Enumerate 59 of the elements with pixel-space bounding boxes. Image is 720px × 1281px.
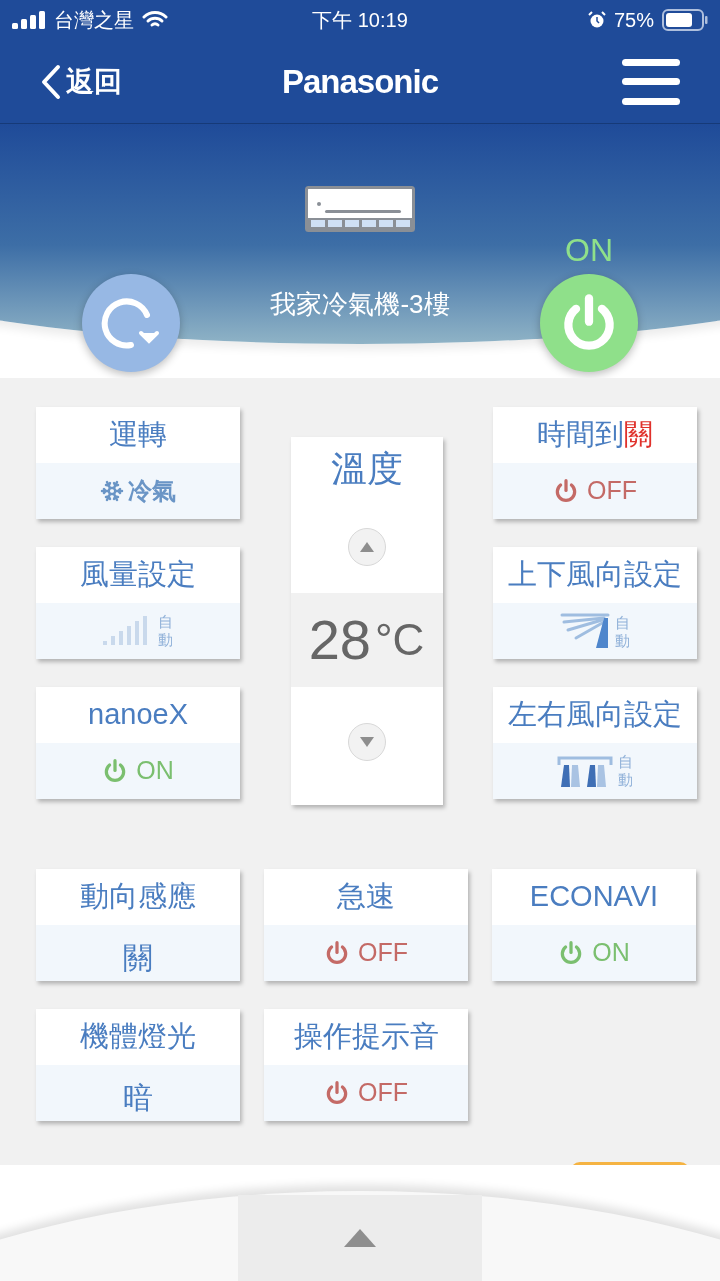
card-title: 動向感應 [80,879,196,915]
card-title: 風量設定 [80,557,196,593]
vertical-vane-icon [560,612,610,650]
mode-label: 自動 [617,753,633,789]
state-label: ON [592,937,630,969]
setting-card[interactable]: 操作提示音 OFF [264,1009,468,1121]
temperature-up-button[interactable] [347,528,386,566]
battery-icon [662,9,708,31]
card-title: 時間到關 [537,417,653,453]
setting-card[interactable]: 上下風向設定 自動 [493,547,697,659]
card-title: 上下風向設定 [508,557,682,593]
state-label: OFF [358,937,408,969]
carrier-label: 台灣之星 [54,8,134,33]
power-state-label: ON [565,234,613,266]
card-title: ECONAVI [529,879,659,915]
alarm-icon [587,11,606,29]
setting-card[interactable]: 左右風向設定 自動 [493,687,697,799]
setting-card[interactable]: nanoeX ON [36,687,240,799]
state-label: ON [136,755,174,787]
value-label: 暗 [123,1079,153,1116]
down-triangle-icon [359,737,374,747]
setting-card[interactable]: 機體燈光 暗 [36,1009,240,1121]
setting-card[interactable]: 運轉 冷氣 [36,407,240,519]
setting-card[interactable]: ECONAVI ON [492,869,696,981]
back-chevron-icon [40,63,62,100]
setting-card[interactable]: 動向感應 關 [36,869,240,981]
up-triangle-icon [359,542,374,552]
mode-label: 自動 [614,614,630,650]
temperature-unit: °C [374,614,425,666]
menu-button[interactable] [622,58,680,105]
mode-label: 自動 [157,613,173,649]
refresh-button[interactable] [82,274,180,372]
clock-label: 下午 10:19 [312,8,408,33]
signal-icon [12,11,46,29]
brand-logo: Panasonic [281,61,439,102]
setting-card[interactable]: 時間到關 OFF [493,407,697,519]
battery-percent: 75% [613,8,654,33]
card-title: 急速 [337,879,395,915]
state-label: OFF [587,475,637,507]
card-title: 操作提示音 [293,1019,439,1055]
temperature-down-button[interactable] [347,723,386,761]
back-button[interactable]: 返回 [40,60,190,103]
card-title: 左右風向設定 [508,697,682,733]
snowflake-icon [100,479,124,503]
up-triangle-icon [343,1228,377,1248]
horizontal-vane-icon [557,755,613,789]
air-conditioner-icon [305,186,415,232]
temperature-title: 溫度 [330,447,403,491]
power-button[interactable] [540,274,638,372]
card-title: nanoeX [88,697,188,733]
state-label: OFF [358,1077,408,1109]
value-label: 關 [123,939,153,976]
setting-card[interactable]: 風量設定 自動 [36,547,240,659]
mode-label: 冷氣 [128,476,176,506]
card-title: 機體燈光 [80,1019,196,1055]
temperature-value: 28 [308,607,371,673]
card-title: 運轉 [109,417,167,453]
device-name: 我家冷氣機-3樓 [270,288,450,321]
setting-card[interactable]: 急速 OFF [264,869,468,981]
